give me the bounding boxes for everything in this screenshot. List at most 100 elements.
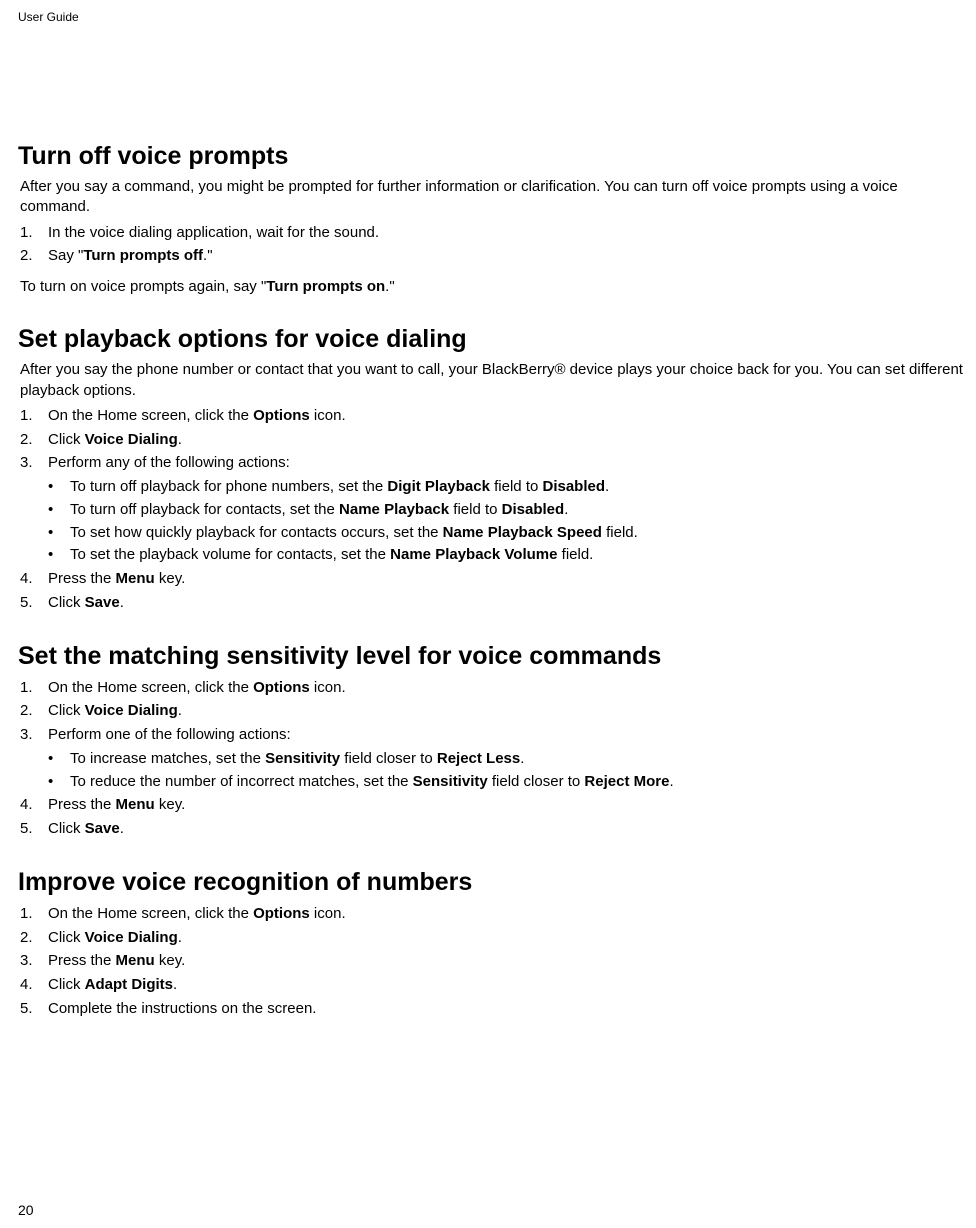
step-item: 4. Press the Menu key.: [18, 568, 964, 590]
bullet-icon: •: [48, 522, 64, 544]
section-heading: Improve voice recognition of numbers: [18, 868, 964, 897]
step-text: Click Voice Dialing.: [48, 929, 182, 946]
step-item: 2. Click Voice Dialing.: [18, 927, 964, 949]
step-body: On the Home screen, click the Options ic…: [40, 903, 964, 925]
bullet-icon: •: [48, 544, 64, 566]
step-text: Press the Menu key.: [48, 570, 185, 587]
step-item: 1. In the voice dialing application, wait…: [18, 222, 964, 244]
step-number: 1.: [18, 405, 40, 427]
step-body: In the voice dialing application, wait f…: [40, 222, 964, 244]
substeps-list: •To turn off playback for phone numbers,…: [48, 476, 964, 566]
substeps-list: •To increase matches, set the Sensitivit…: [48, 748, 964, 793]
bullet-icon: •: [48, 476, 64, 498]
bullet-icon: •: [48, 499, 64, 521]
step-text: On the Home screen, click the Options ic…: [48, 679, 346, 696]
step-body: Click Voice Dialing.: [40, 700, 964, 722]
section-heading: Set playback options for voice dialing: [18, 325, 964, 354]
section-intro: After you say the phone number or contac…: [20, 360, 964, 401]
step-text: Press the Menu key.: [48, 796, 185, 813]
step-item: 2. Say "Turn prompts off.": [18, 245, 964, 267]
step-item: 2.Click Voice Dialing.: [18, 700, 964, 722]
section: Turn off voice prompts After you say a co…: [18, 142, 964, 297]
substep-item: •To reduce the number of incorrect match…: [48, 771, 964, 793]
header-label: User Guide: [18, 10, 964, 24]
step-item: 5. Click Save.: [18, 818, 964, 840]
step-number: 1.: [18, 222, 40, 244]
step-item: 4. Click Adapt Digits.: [18, 974, 964, 996]
step-body: Press the Menu key.: [40, 568, 964, 590]
step-text: On the Home screen, click the Options ic…: [48, 905, 346, 922]
step-body: Perform one of the following actions: •To…: [40, 724, 964, 792]
section-intro: After you say a command, you might be pr…: [20, 177, 964, 218]
step-body: On the Home screen, click the Options ic…: [40, 677, 964, 699]
substep-item: •To turn off playback for contacts, set …: [48, 499, 964, 521]
step-text: Click Voice Dialing.: [48, 431, 182, 448]
step-item: 3. Perform one of the following actions: •…: [18, 724, 964, 792]
step-number: 1.: [18, 903, 40, 925]
bullet-icon: •: [48, 771, 64, 793]
substep-body: To turn off playback for phone numbers, …: [64, 476, 964, 498]
step-item: 3.Press the Menu key.: [18, 950, 964, 972]
step-number: 3.: [18, 724, 40, 792]
steps-list: 1. On the Home screen, click the Options …: [18, 903, 964, 1020]
steps-list: 1. On the Home screen, click the Options …: [18, 677, 964, 840]
section: Set the matching sensitivity level for v…: [18, 642, 964, 840]
step-item: 4. Press the Menu key.: [18, 794, 964, 816]
step-body: Click Voice Dialing.: [40, 429, 964, 451]
step-body: Click Adapt Digits.: [40, 974, 964, 996]
step-number: 5.: [18, 592, 40, 614]
step-number: 2.: [18, 245, 40, 267]
steps-list: 1. In the voice dialing application, wait…: [18, 222, 964, 268]
section-heading: Turn off voice prompts: [18, 142, 964, 171]
substep-body: To reduce the number of incorrect matche…: [64, 771, 964, 793]
step-text: In the voice dialing application, wait f…: [48, 224, 379, 241]
substep-body: To turn off playback for contacts, set t…: [64, 499, 964, 521]
step-text: Say "Turn prompts off.": [48, 247, 213, 264]
step-number: 4.: [18, 568, 40, 590]
substep-body: To set the playback volume for contacts,…: [64, 544, 964, 566]
section-heading: Set the matching sensitivity level for v…: [18, 642, 964, 671]
substep-item: •To turn off playback for phone numbers,…: [48, 476, 964, 498]
step-body: Click Save.: [40, 592, 964, 614]
step-text: On the Home screen, click the Options ic…: [48, 407, 346, 424]
step-text: Click Voice Dialing.: [48, 702, 182, 719]
step-number: 4.: [18, 974, 40, 996]
substep-item: •To increase matches, set the Sensitivit…: [48, 748, 964, 770]
step-item: 1. On the Home screen, click the Options …: [18, 677, 964, 699]
step-number: 2.: [18, 429, 40, 451]
section: Set playback options for voice dialing Af…: [18, 325, 964, 613]
step-text: Click Adapt Digits.: [48, 976, 177, 993]
page: User Guide Turn off voice prompts After y…: [0, 0, 976, 1228]
section: Improve voice recognition of numbers 1. On…: [18, 868, 964, 1020]
step-number: 5.: [18, 998, 40, 1020]
step-item: 2. Click Voice Dialing.: [18, 429, 964, 451]
bullet-icon: •: [48, 748, 64, 770]
step-text: Perform any of the following actions:: [48, 454, 290, 471]
step-text: Complete the instructions on the screen.: [48, 1000, 316, 1017]
step-number: 2.: [18, 927, 40, 949]
step-item: 1. On the Home screen, click the Options …: [18, 405, 964, 427]
step-body: Press the Menu key.: [40, 950, 964, 972]
step-number: 5.: [18, 818, 40, 840]
step-text: Click Save.: [48, 594, 124, 611]
steps-list: 1. On the Home screen, click the Options …: [18, 405, 964, 614]
step-text: Perform one of the following actions:: [48, 726, 291, 743]
substep-item: •To set the playback volume for contacts…: [48, 544, 964, 566]
section-note: To turn on voice prompts again, say "Tur…: [20, 277, 964, 297]
step-body: Complete the instructions on the screen.: [40, 998, 964, 1020]
step-item: 5. Complete the instructions on the scree…: [18, 998, 964, 1020]
step-item: 3. Perform any of the following actions: •…: [18, 452, 964, 566]
step-body: On the Home screen, click the Options ic…: [40, 405, 964, 427]
step-body: Say "Turn prompts off.": [40, 245, 964, 267]
step-number: 3.: [18, 452, 40, 566]
step-body: Click Voice Dialing.: [40, 927, 964, 949]
page-number: 20: [18, 1202, 34, 1218]
step-text: Click Save.: [48, 820, 124, 837]
substep-body: To set how quickly playback for contacts…: [64, 522, 964, 544]
step-item: 5. Click Save.: [18, 592, 964, 614]
step-number: 1.: [18, 677, 40, 699]
step-body: Click Save.: [40, 818, 964, 840]
step-body: Press the Menu key.: [40, 794, 964, 816]
step-number: 4.: [18, 794, 40, 816]
substep-body: To increase matches, set the Sensitivity…: [64, 748, 964, 770]
